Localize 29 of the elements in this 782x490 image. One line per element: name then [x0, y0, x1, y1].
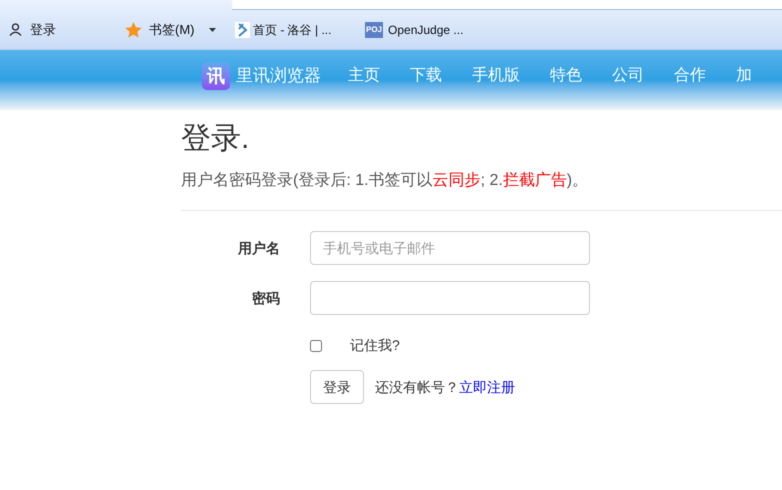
username-label: 用户名	[236, 238, 280, 258]
nav-link[interactable]: 主页	[348, 64, 380, 88]
user-icon[interactable]	[9, 23, 22, 36]
bookmark-favicon	[235, 22, 250, 38]
nav-link[interactable]: 公司	[612, 64, 644, 88]
caret-icon[interactable]	[209, 28, 216, 32]
password-field[interactable]	[310, 281, 590, 315]
remember-checkbox[interactable]	[310, 340, 322, 352]
register-link[interactable]: 立即注册	[459, 376, 515, 398]
nav-link[interactable]: 合作	[674, 64, 706, 88]
page-title: 登录.	[181, 121, 250, 157]
brand-logo[interactable]: 讯	[202, 62, 230, 90]
password-label: 密码	[251, 288, 280, 308]
page-subtitle: 用户名密码登录(登录后: 1.书签可以云同步; 2.拦截广告)。	[181, 169, 590, 191]
login-button[interactable]: 登录	[310, 370, 364, 404]
nav-link[interactable]: 加	[736, 64, 752, 88]
nav-link[interactable]: 手机版	[472, 64, 520, 88]
login-link[interactable]: 登录	[30, 20, 56, 40]
bookmark-tab[interactable]: 首页 - 洛谷 | ...	[253, 20, 332, 39]
no-account-text: 还没有帐号？	[375, 378, 459, 396]
star-icon	[125, 22, 142, 38]
bookmark-tab[interactable]: OpenJudge ...	[388, 20, 464, 39]
nav-link[interactable]: 特色	[550, 64, 582, 88]
bookmarks-menu[interactable]: 书签(M)	[149, 20, 194, 40]
remember-label: 记住我?	[350, 336, 400, 355]
brand-name[interactable]: 里讯浏览器	[236, 64, 321, 88]
bookmark-favicon: POJ	[365, 22, 384, 38]
username-field[interactable]: 手机号或电子邮件	[310, 231, 590, 265]
nav-link[interactable]: 下载	[410, 64, 442, 88]
